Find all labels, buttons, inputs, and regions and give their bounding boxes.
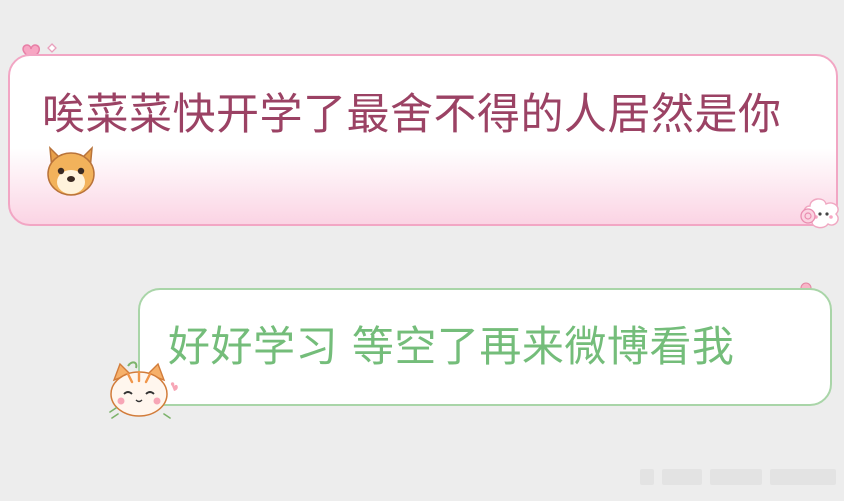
message-text: 好好学习 等空了再来微博看我 [168, 322, 735, 371]
dog-face-icon [42, 144, 100, 198]
rose-sticker-icon [800, 208, 816, 224]
message-bubble-incoming[interactable]: 唉菜菜快开学了最舍不得的人居然是你 [8, 54, 839, 229]
cat-sticker-icon [109, 361, 178, 419]
message-text: 唉菜菜快开学了最舍不得的人居然是你 [42, 86, 812, 203]
message-bubble-outgoing[interactable]: 好好学习 等空了再来微博看我 [138, 288, 832, 406]
watermark [640, 466, 838, 488]
